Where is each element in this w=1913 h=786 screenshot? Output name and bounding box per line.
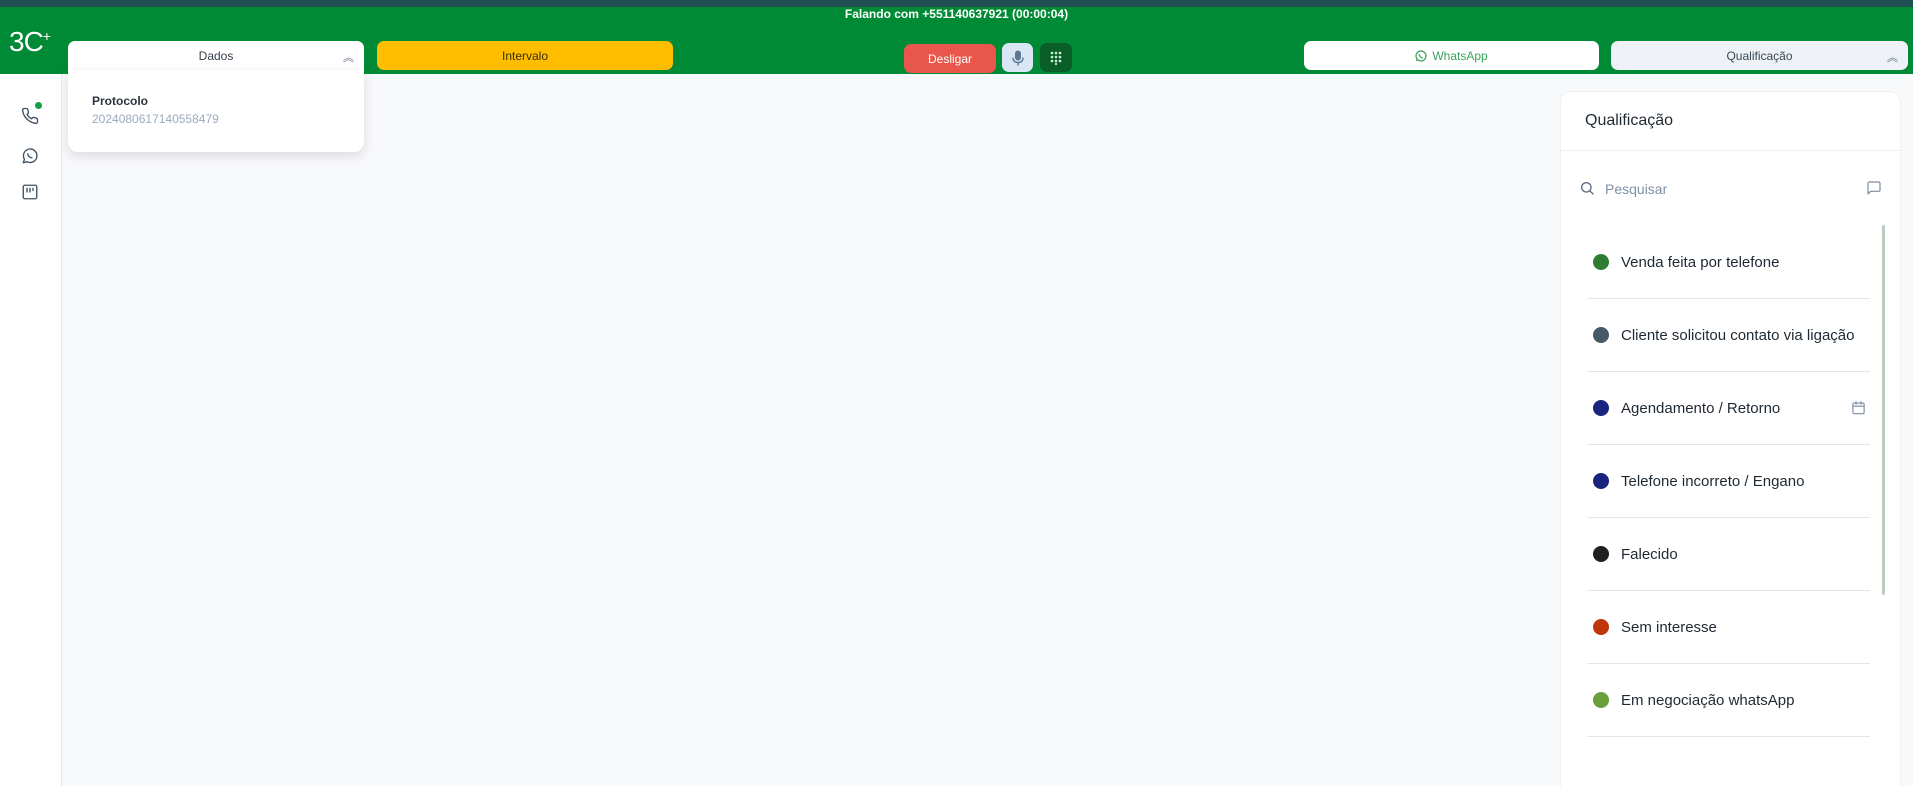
qualification-item[interactable]: Falecido xyxy=(1587,518,1870,591)
qualification-item[interactable]: Venda feita por telefone xyxy=(1587,226,1870,299)
qualificacao-label: Qualificação xyxy=(1726,48,1793,63)
qualification-item-label: Telefone incorreto / Engano xyxy=(1621,472,1805,490)
search-input[interactable] xyxy=(1605,178,1835,200)
microphone-button[interactable] xyxy=(1002,43,1033,72)
call-timer: (00:00:04) xyxy=(1012,7,1069,21)
call-status-text: Falando com +551140637921 xyxy=(844,7,1009,21)
whatsapp-sidebar-icon[interactable] xyxy=(21,147,41,167)
qualification-item-label: Cliente solicitou contato via ligação xyxy=(1621,326,1855,344)
intervalo-label: Intervalo xyxy=(501,48,549,63)
status-dot xyxy=(1593,546,1609,562)
protocol-label: Protocolo xyxy=(92,94,148,108)
qualification-item[interactable]: Telefone incorreto / Engano xyxy=(1587,445,1870,518)
online-status-dot xyxy=(35,102,42,109)
top-strip xyxy=(0,0,1913,7)
calendar-icon[interactable] xyxy=(1851,401,1866,416)
dados-panel: Protocolo 20240806171405584​79 xyxy=(68,70,364,152)
dados-label: Dados xyxy=(198,48,234,63)
status-dot xyxy=(1593,692,1609,708)
microphone-icon xyxy=(1011,50,1024,65)
phone-icon[interactable] xyxy=(21,107,41,127)
logo-text: 3C xyxy=(9,26,44,57)
notes-icon[interactable] xyxy=(21,183,41,203)
qualification-item[interactable]: Em negociação whatsApp xyxy=(1587,664,1870,737)
qualification-item-label: Falecido xyxy=(1621,545,1678,563)
hangup-label: Desligar xyxy=(927,51,972,66)
qualification-item[interactable]: Cliente solicitou contato via ligação xyxy=(1587,299,1870,372)
qualification-item-label: Agendamento / Retorno xyxy=(1621,399,1781,417)
sidebar xyxy=(0,74,62,786)
search-row xyxy=(1579,178,1882,200)
qualification-item[interactable]: Sem interesse xyxy=(1587,591,1870,664)
qualification-scrollbar[interactable] xyxy=(1882,225,1885,595)
status-dot xyxy=(1593,473,1609,489)
qualification-item-label: Sem interesse xyxy=(1621,618,1717,636)
call-status: Falando com +551140637921 (00:00:04) xyxy=(0,7,1913,21)
dados-button[interactable]: Dados ︽ xyxy=(68,41,364,70)
status-dot xyxy=(1593,327,1609,343)
protocol-value: 20240806171405584​79 xyxy=(92,112,219,126)
chevron-up-icon: ︽ xyxy=(343,52,354,64)
qualification-title: Qualificação xyxy=(1585,112,1674,129)
whatsapp-label: WhatsApp xyxy=(1432,48,1488,63)
intervalo-button[interactable]: Intervalo xyxy=(377,41,673,70)
chevron-up-icon: ︽ xyxy=(1887,52,1898,64)
keypad-button[interactable] xyxy=(1040,43,1072,72)
search-icon xyxy=(1581,182,1594,195)
hangup-button[interactable]: Desligar xyxy=(904,44,996,73)
qualification-item[interactable]: Agendamento / Retorno xyxy=(1587,372,1870,445)
app-logo[interactable]: 3C+ xyxy=(9,26,51,58)
divider xyxy=(1561,150,1900,151)
whatsapp-button[interactable]: WhatsApp xyxy=(1304,41,1599,70)
qualificacao-button[interactable]: Qualificação ︽ xyxy=(1611,41,1908,70)
logo-plus: + xyxy=(42,28,51,44)
qualification-item-label: Em negociação whatsApp xyxy=(1621,691,1795,709)
qualification-list: Venda feita por telefone Cliente solicit… xyxy=(1587,226,1870,737)
qualification-panel: Qualificação Venda feita por telefone Cl… xyxy=(1561,92,1900,786)
whatsapp-icon xyxy=(1415,49,1427,62)
comment-icon[interactable] xyxy=(1866,180,1882,196)
qualification-item-label: Venda feita por telefone xyxy=(1621,253,1780,271)
status-dot xyxy=(1593,619,1609,635)
keypad-icon xyxy=(1050,51,1062,65)
status-dot xyxy=(1593,254,1609,270)
status-dot xyxy=(1593,400,1609,416)
